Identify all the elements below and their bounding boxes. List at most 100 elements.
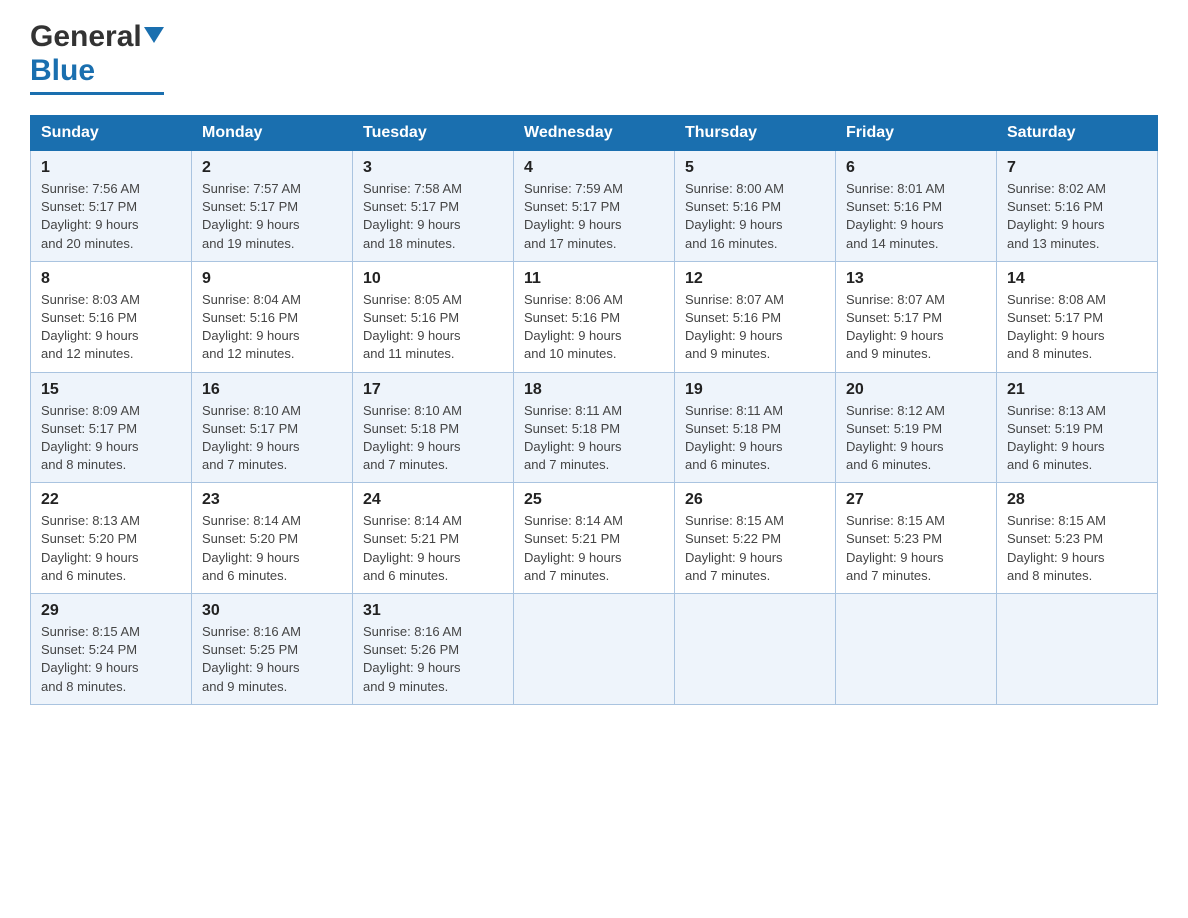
day-info: Sunrise: 8:07 AMSunset: 5:16 PMDaylight:… xyxy=(685,292,784,362)
calendar-cell: 23 Sunrise: 8:14 AMSunset: 5:20 PMDaylig… xyxy=(192,483,353,594)
calendar-cell: 30 Sunrise: 8:16 AMSunset: 5:25 PMDaylig… xyxy=(192,594,353,705)
logo-blue-text: Blue xyxy=(30,54,95,88)
calendar-header-row: SundayMondayTuesdayWednesdayThursdayFrid… xyxy=(31,116,1158,151)
day-header-monday: Monday xyxy=(192,116,353,151)
day-number: 6 xyxy=(846,159,986,177)
day-info: Sunrise: 8:00 AMSunset: 5:16 PMDaylight:… xyxy=(685,181,784,251)
day-number: 25 xyxy=(524,491,664,509)
calendar-cell: 11 Sunrise: 8:06 AMSunset: 5:16 PMDaylig… xyxy=(514,261,675,372)
day-number: 13 xyxy=(846,270,986,288)
calendar-cell: 28 Sunrise: 8:15 AMSunset: 5:23 PMDaylig… xyxy=(997,483,1158,594)
day-info: Sunrise: 8:15 AMSunset: 5:23 PMDaylight:… xyxy=(1007,513,1106,583)
calendar-cell: 12 Sunrise: 8:07 AMSunset: 5:16 PMDaylig… xyxy=(675,261,836,372)
day-info: Sunrise: 7:57 AMSunset: 5:17 PMDaylight:… xyxy=(202,181,301,251)
day-info: Sunrise: 8:10 AMSunset: 5:18 PMDaylight:… xyxy=(363,403,462,473)
day-number: 23 xyxy=(202,491,342,509)
calendar-week-row: 15 Sunrise: 8:09 AMSunset: 5:17 PMDaylig… xyxy=(31,372,1158,483)
calendar-cell xyxy=(514,594,675,705)
calendar-cell: 9 Sunrise: 8:04 AMSunset: 5:16 PMDayligh… xyxy=(192,261,353,372)
day-info: Sunrise: 8:15 AMSunset: 5:23 PMDaylight:… xyxy=(846,513,945,583)
day-info: Sunrise: 8:04 AMSunset: 5:16 PMDaylight:… xyxy=(202,292,301,362)
calendar-cell: 20 Sunrise: 8:12 AMSunset: 5:19 PMDaylig… xyxy=(836,372,997,483)
calendar-cell: 13 Sunrise: 8:07 AMSunset: 5:17 PMDaylig… xyxy=(836,261,997,372)
day-info: Sunrise: 8:15 AMSunset: 5:24 PMDaylight:… xyxy=(41,624,140,694)
day-info: Sunrise: 8:12 AMSunset: 5:19 PMDaylight:… xyxy=(846,403,945,473)
calendar-cell: 15 Sunrise: 8:09 AMSunset: 5:17 PMDaylig… xyxy=(31,372,192,483)
calendar-cell: 26 Sunrise: 8:15 AMSunset: 5:22 PMDaylig… xyxy=(675,483,836,594)
logo: General Blue xyxy=(30,20,164,95)
day-number: 21 xyxy=(1007,381,1147,399)
calendar-cell: 5 Sunrise: 8:00 AMSunset: 5:16 PMDayligh… xyxy=(675,151,836,262)
page-header: General Blue xyxy=(30,20,1158,95)
calendar-week-row: 8 Sunrise: 8:03 AMSunset: 5:16 PMDayligh… xyxy=(31,261,1158,372)
calendar-cell: 17 Sunrise: 8:10 AMSunset: 5:18 PMDaylig… xyxy=(353,372,514,483)
day-number: 20 xyxy=(846,381,986,399)
day-info: Sunrise: 8:03 AMSunset: 5:16 PMDaylight:… xyxy=(41,292,140,362)
calendar-cell: 16 Sunrise: 8:10 AMSunset: 5:17 PMDaylig… xyxy=(192,372,353,483)
day-header-tuesday: Tuesday xyxy=(353,116,514,151)
day-info: Sunrise: 8:13 AMSunset: 5:19 PMDaylight:… xyxy=(1007,403,1106,473)
calendar-cell: 4 Sunrise: 7:59 AMSunset: 5:17 PMDayligh… xyxy=(514,151,675,262)
day-header-friday: Friday xyxy=(836,116,997,151)
calendar-cell: 19 Sunrise: 8:11 AMSunset: 5:18 PMDaylig… xyxy=(675,372,836,483)
day-number: 7 xyxy=(1007,159,1147,177)
calendar-cell xyxy=(997,594,1158,705)
day-number: 26 xyxy=(685,491,825,509)
calendar-cell: 3 Sunrise: 7:58 AMSunset: 5:17 PMDayligh… xyxy=(353,151,514,262)
day-info: Sunrise: 8:13 AMSunset: 5:20 PMDaylight:… xyxy=(41,513,140,583)
day-info: Sunrise: 8:08 AMSunset: 5:17 PMDaylight:… xyxy=(1007,292,1106,362)
day-number: 17 xyxy=(363,381,503,399)
day-number: 2 xyxy=(202,159,342,177)
calendar-cell xyxy=(836,594,997,705)
day-info: Sunrise: 8:11 AMSunset: 5:18 PMDaylight:… xyxy=(524,403,622,473)
day-number: 29 xyxy=(41,602,181,620)
day-info: Sunrise: 8:07 AMSunset: 5:17 PMDaylight:… xyxy=(846,292,945,362)
day-number: 22 xyxy=(41,491,181,509)
day-info: Sunrise: 8:01 AMSunset: 5:16 PMDaylight:… xyxy=(846,181,945,251)
day-info: Sunrise: 8:14 AMSunset: 5:21 PMDaylight:… xyxy=(363,513,462,583)
calendar-cell: 7 Sunrise: 8:02 AMSunset: 5:16 PMDayligh… xyxy=(997,151,1158,262)
calendar-cell: 10 Sunrise: 8:05 AMSunset: 5:16 PMDaylig… xyxy=(353,261,514,372)
day-number: 10 xyxy=(363,270,503,288)
calendar-cell: 22 Sunrise: 8:13 AMSunset: 5:20 PMDaylig… xyxy=(31,483,192,594)
day-number: 1 xyxy=(41,159,181,177)
calendar-week-row: 29 Sunrise: 8:15 AMSunset: 5:24 PMDaylig… xyxy=(31,594,1158,705)
day-info: Sunrise: 8:16 AMSunset: 5:25 PMDaylight:… xyxy=(202,624,301,694)
day-info: Sunrise: 8:10 AMSunset: 5:17 PMDaylight:… xyxy=(202,403,301,473)
calendar-cell: 6 Sunrise: 8:01 AMSunset: 5:16 PMDayligh… xyxy=(836,151,997,262)
day-number: 19 xyxy=(685,381,825,399)
day-number: 8 xyxy=(41,270,181,288)
day-info: Sunrise: 8:06 AMSunset: 5:16 PMDaylight:… xyxy=(524,292,623,362)
day-header-sunday: Sunday xyxy=(31,116,192,151)
day-number: 31 xyxy=(363,602,503,620)
day-number: 24 xyxy=(363,491,503,509)
day-info: Sunrise: 8:02 AMSunset: 5:16 PMDaylight:… xyxy=(1007,181,1106,251)
day-header-thursday: Thursday xyxy=(675,116,836,151)
calendar-cell: 29 Sunrise: 8:15 AMSunset: 5:24 PMDaylig… xyxy=(31,594,192,705)
day-info: Sunrise: 8:14 AMSunset: 5:21 PMDaylight:… xyxy=(524,513,623,583)
day-header-saturday: Saturday xyxy=(997,116,1158,151)
calendar-cell: 21 Sunrise: 8:13 AMSunset: 5:19 PMDaylig… xyxy=(997,372,1158,483)
calendar-table: SundayMondayTuesdayWednesdayThursdayFrid… xyxy=(30,115,1158,705)
day-number: 11 xyxy=(524,270,664,288)
day-header-wednesday: Wednesday xyxy=(514,116,675,151)
day-number: 3 xyxy=(363,159,503,177)
day-info: Sunrise: 8:15 AMSunset: 5:22 PMDaylight:… xyxy=(685,513,784,583)
day-number: 12 xyxy=(685,270,825,288)
day-number: 16 xyxy=(202,381,342,399)
calendar-week-row: 1 Sunrise: 7:56 AMSunset: 5:17 PMDayligh… xyxy=(31,151,1158,262)
day-info: Sunrise: 8:05 AMSunset: 5:16 PMDaylight:… xyxy=(363,292,462,362)
day-number: 27 xyxy=(846,491,986,509)
day-number: 18 xyxy=(524,381,664,399)
calendar-cell: 25 Sunrise: 8:14 AMSunset: 5:21 PMDaylig… xyxy=(514,483,675,594)
day-number: 9 xyxy=(202,270,342,288)
day-info: Sunrise: 7:56 AMSunset: 5:17 PMDaylight:… xyxy=(41,181,140,251)
day-number: 14 xyxy=(1007,270,1147,288)
calendar-cell: 14 Sunrise: 8:08 AMSunset: 5:17 PMDaylig… xyxy=(997,261,1158,372)
day-number: 15 xyxy=(41,381,181,399)
day-info: Sunrise: 7:59 AMSunset: 5:17 PMDaylight:… xyxy=(524,181,623,251)
calendar-cell: 1 Sunrise: 7:56 AMSunset: 5:17 PMDayligh… xyxy=(31,151,192,262)
calendar-cell: 27 Sunrise: 8:15 AMSunset: 5:23 PMDaylig… xyxy=(836,483,997,594)
calendar-cell: 31 Sunrise: 8:16 AMSunset: 5:26 PMDaylig… xyxy=(353,594,514,705)
logo-general-text: General xyxy=(30,20,142,54)
